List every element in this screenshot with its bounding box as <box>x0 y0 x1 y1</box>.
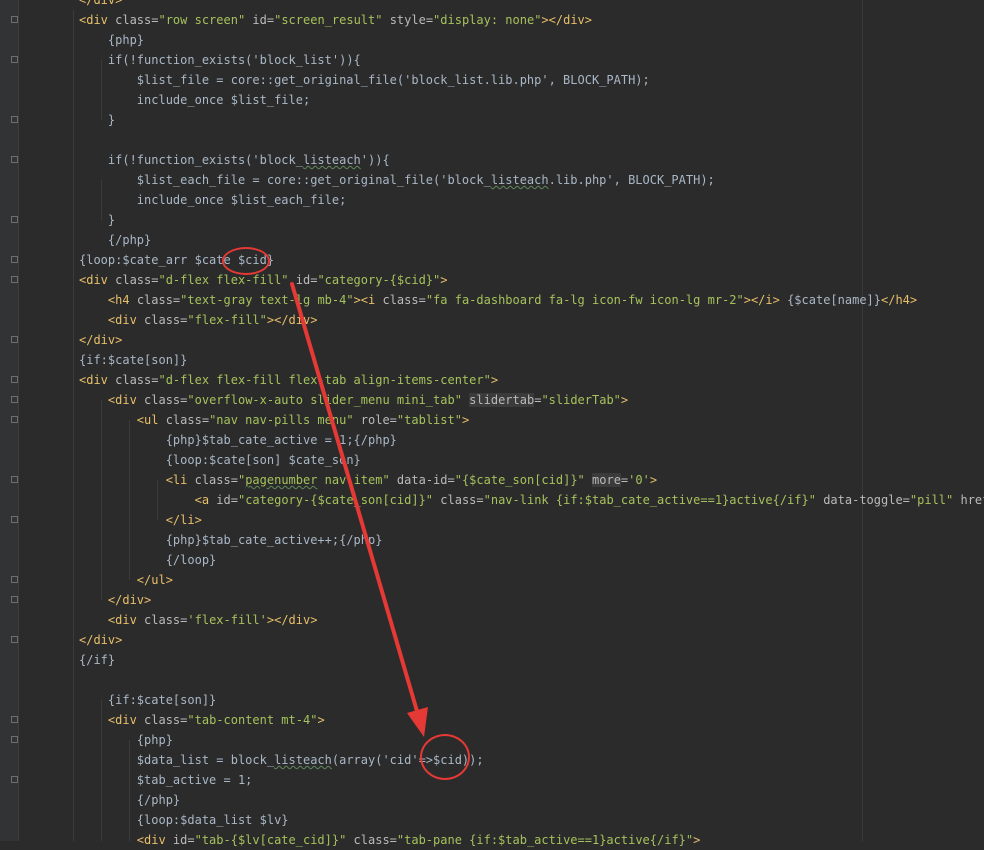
annotation-arrow <box>290 282 428 737</box>
